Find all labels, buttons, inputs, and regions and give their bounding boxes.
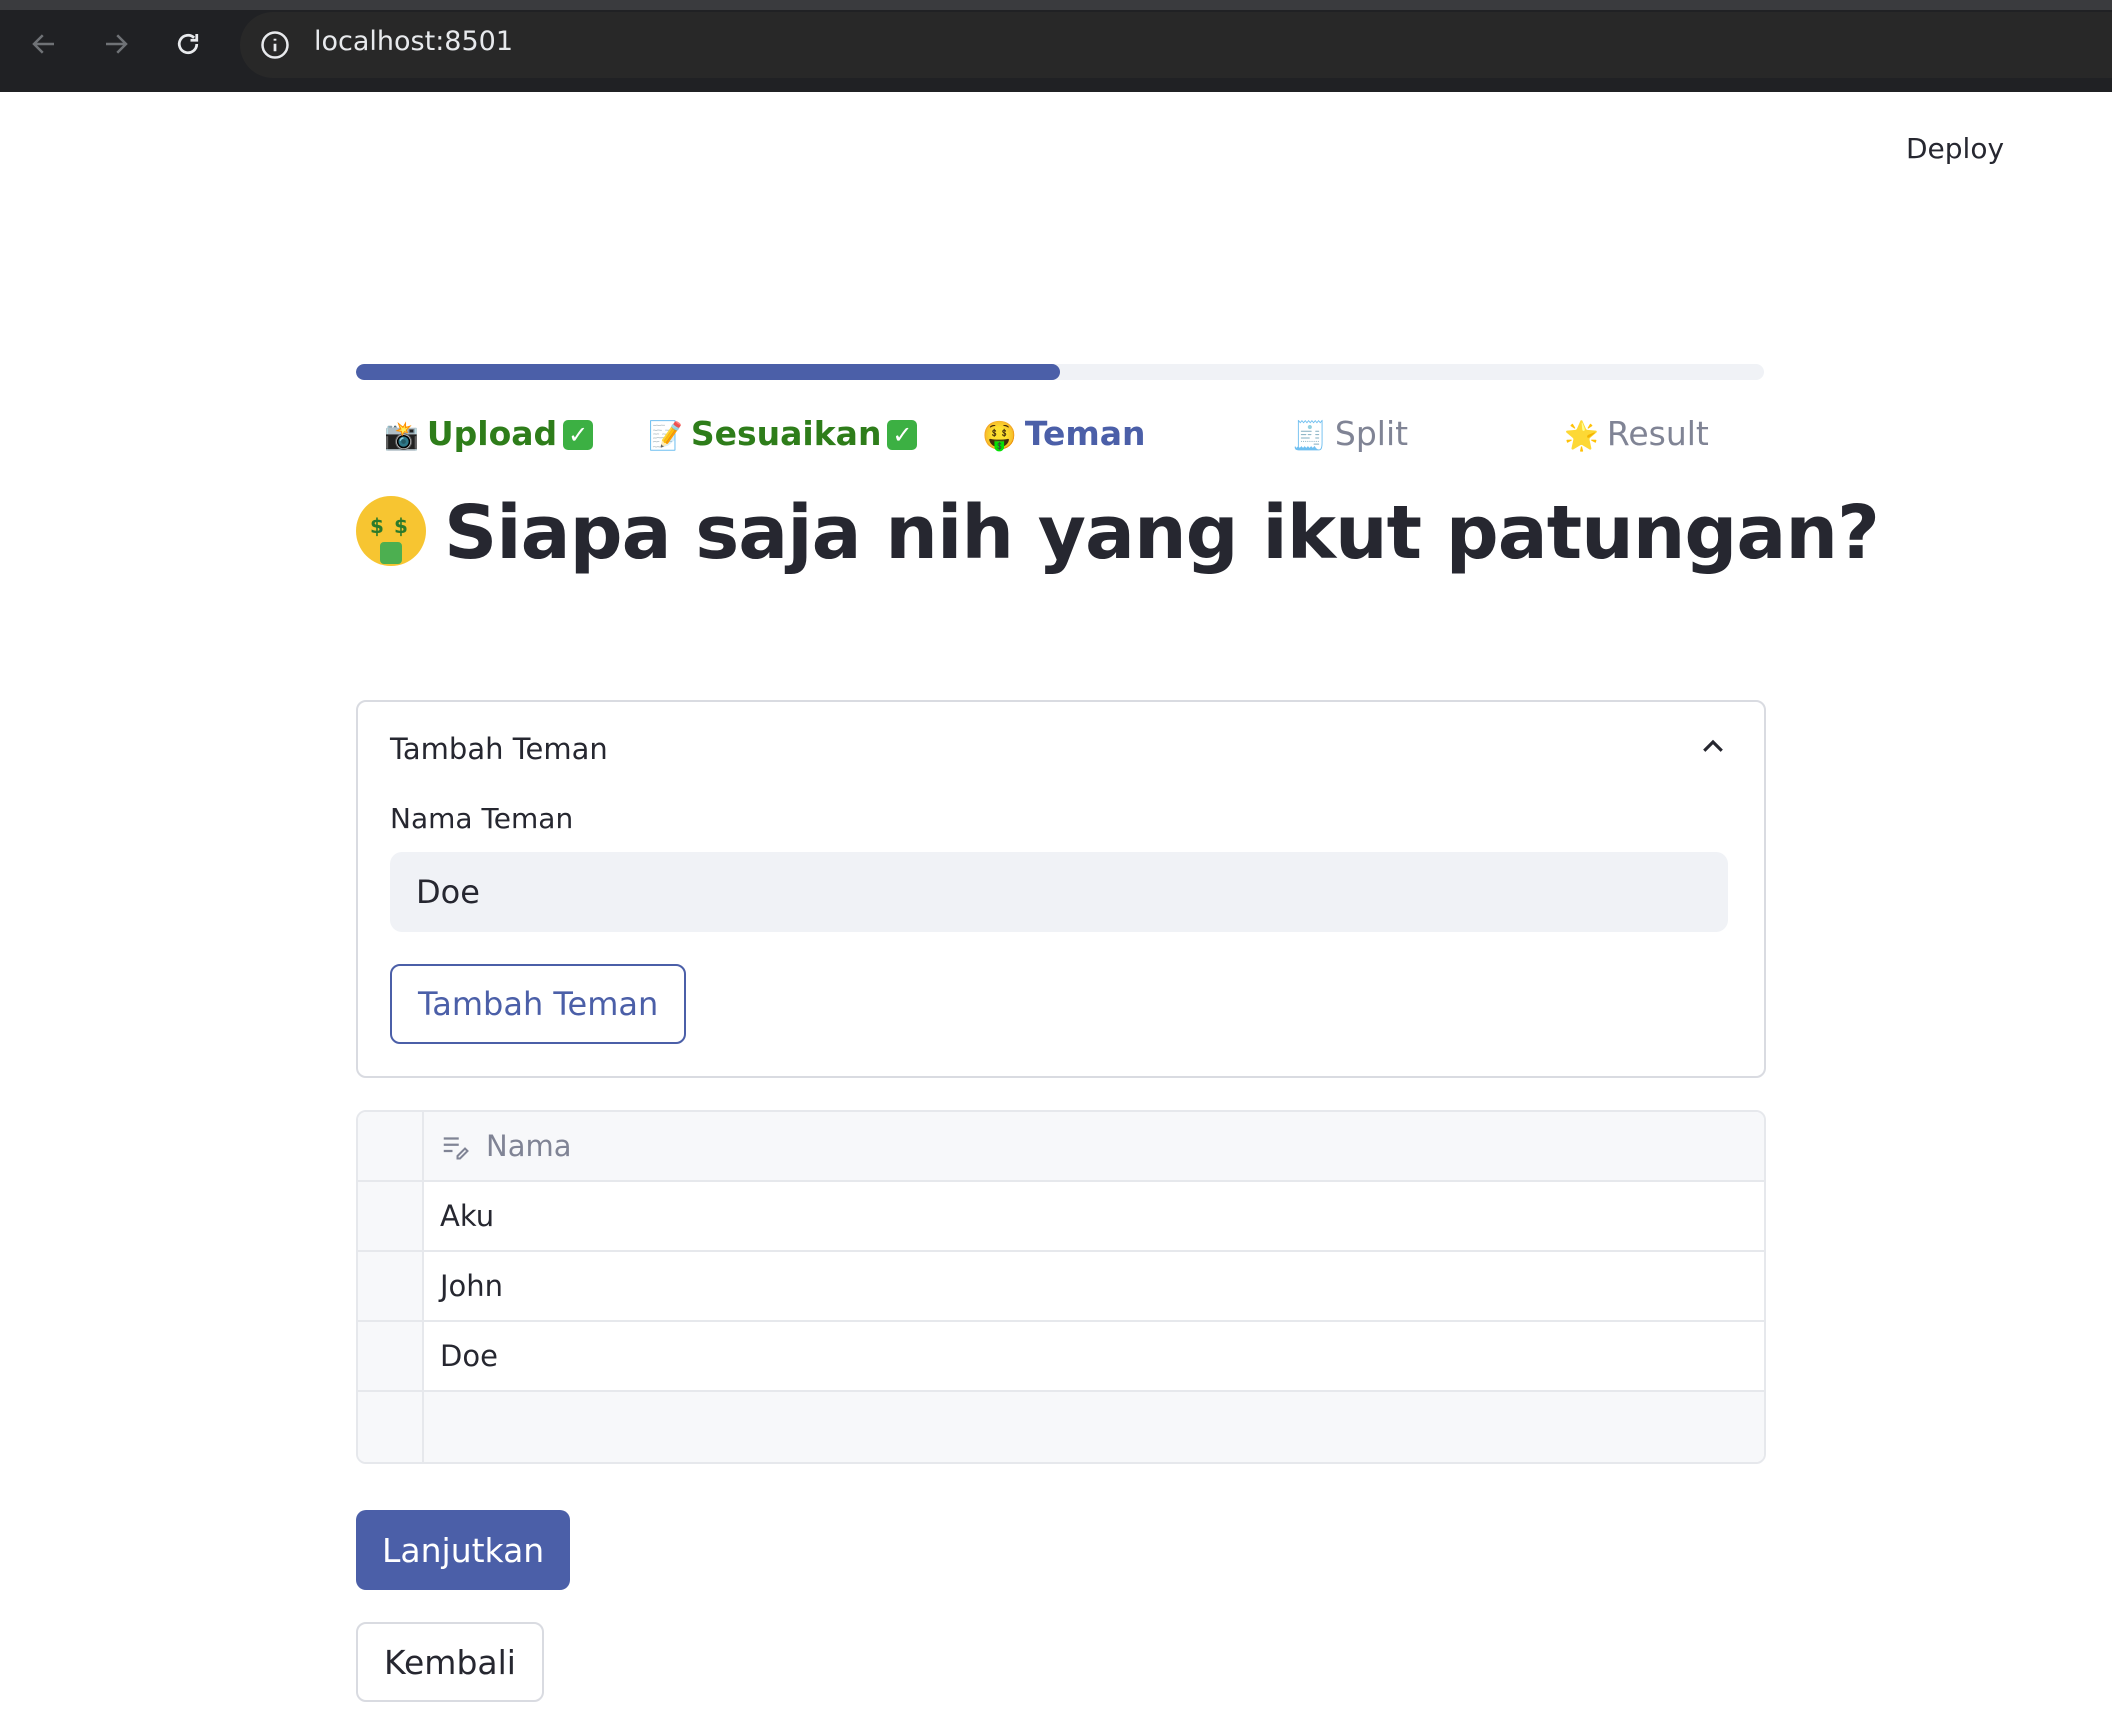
- receipt-icon: 🧾: [1292, 419, 1327, 452]
- row-index-header: [358, 1112, 424, 1180]
- arrow-right-icon: [106, 34, 128, 54]
- add-row[interactable]: [358, 1392, 1764, 1462]
- table-row[interactable]: John: [358, 1252, 1764, 1322]
- browser-toolbar: localhost:8501: [0, 0, 2112, 92]
- star-icon: 🌟: [1564, 419, 1599, 452]
- back-nav-button[interactable]: Kembali: [356, 1622, 544, 1702]
- step-label: Result: [1606, 414, 1709, 453]
- step-label: Upload: [426, 414, 558, 453]
- page-title-text: Siapa saja nih yang ikut patungan?: [444, 490, 1880, 576]
- add-friend-expander: Tambah Teman Nama Teman Tambah Teman: [356, 700, 1766, 1078]
- table-row[interactable]: Aku: [358, 1182, 1764, 1252]
- row-index[interactable]: [358, 1182, 424, 1250]
- friend-name-input[interactable]: [390, 852, 1728, 932]
- reload-button[interactable]: [168, 24, 208, 64]
- forward-button[interactable]: [96, 24, 136, 64]
- step-split: 🧾 Split: [1292, 414, 1408, 453]
- table-cell[interactable]: John: [440, 1252, 503, 1320]
- chevron-up-icon[interactable]: [1698, 732, 1728, 762]
- address-bar[interactable]: [240, 12, 2112, 78]
- info-icon: [261, 31, 289, 59]
- expander-header[interactable]: Tambah Teman: [390, 732, 608, 766]
- step-teman: 🤑 Teman: [982, 414, 1146, 453]
- friend-name-label: Nama Teman: [390, 802, 574, 835]
- row-index: [358, 1392, 424, 1462]
- memo-icon: 📝: [648, 419, 683, 452]
- check-icon: ✓: [563, 420, 594, 450]
- progress-fill: [356, 364, 1060, 380]
- row-index[interactable]: [358, 1252, 424, 1320]
- money-face-icon: 🤑: [982, 419, 1017, 452]
- column-header-nama[interactable]: Nama: [440, 1112, 572, 1180]
- table-header: Nama: [358, 1112, 1764, 1182]
- page-title: $ $ Siapa saja nih yang ikut patungan?: [356, 490, 1880, 576]
- money-mouth-face-icon: $ $: [356, 496, 426, 566]
- step-sesuaikan: 📝 Sesuaikan ✓: [648, 414, 918, 453]
- column-label: Nama: [486, 1129, 572, 1163]
- url-text[interactable]: localhost:8501: [314, 26, 513, 57]
- step-label: Split: [1334, 414, 1409, 453]
- step-upload: 📸 Upload ✓: [384, 414, 594, 453]
- table-row[interactable]: Doe: [358, 1322, 1764, 1392]
- table-cell[interactable]: Doe: [440, 1322, 498, 1390]
- progress-bar: [356, 364, 1764, 380]
- step-label: Sesuaikan: [690, 414, 882, 453]
- arrow-left-icon: [32, 34, 54, 54]
- row-index[interactable]: [358, 1322, 424, 1390]
- add-friend-button[interactable]: Tambah Teman: [390, 964, 687, 1044]
- deploy-button[interactable]: Deploy: [1906, 132, 2004, 165]
- edit-text-icon: [443, 1137, 469, 1160]
- back-button[interactable]: [24, 24, 64, 64]
- step-indicator: 📸 Upload ✓ 📝 Sesuaikan ✓ 🤑 Teman 🧾 Split 🌟 Resu…: [356, 414, 1764, 462]
- camera-icon: 📸: [384, 419, 419, 452]
- step-label: Teman: [1024, 414, 1146, 453]
- check-icon: ✓: [887, 420, 918, 450]
- table-cell[interactable]: Aku: [440, 1182, 494, 1250]
- step-result: 🌟 Result: [1564, 414, 1709, 453]
- friends-table: Nama Aku John Doe: [356, 1110, 1766, 1464]
- continue-button[interactable]: Lanjutkan: [356, 1510, 571, 1590]
- reload-icon: [177, 33, 199, 55]
